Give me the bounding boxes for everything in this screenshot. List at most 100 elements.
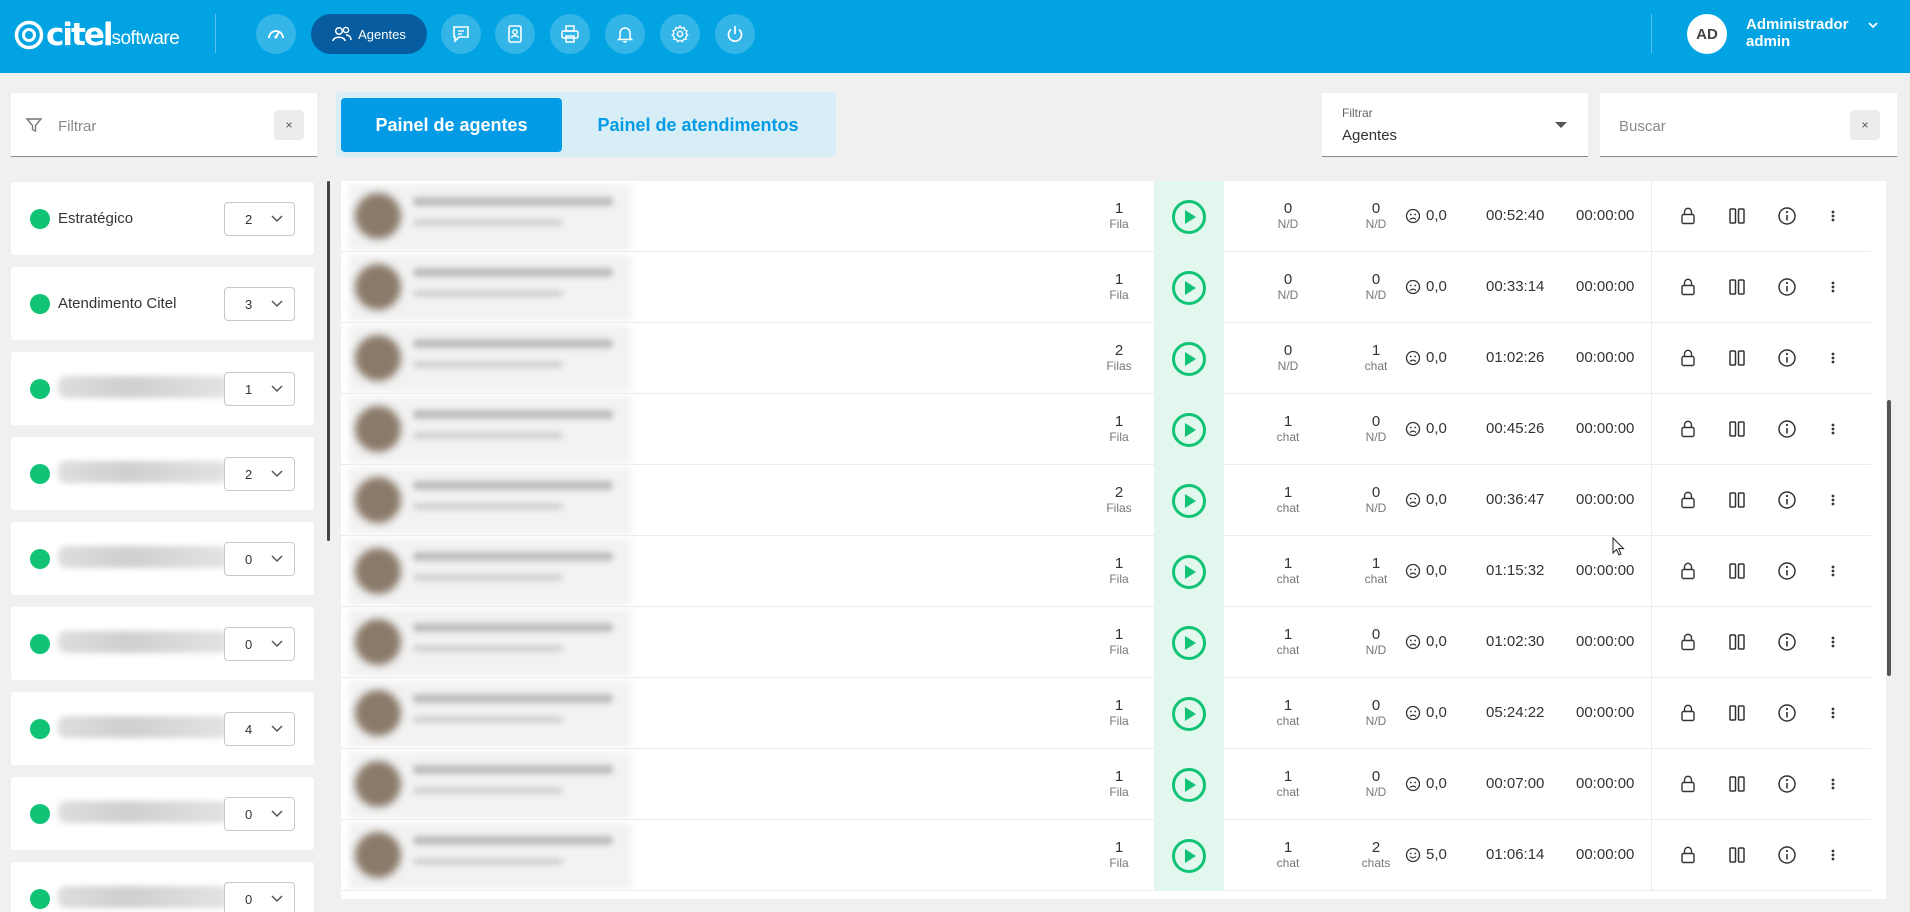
lock-button[interactable] <box>1679 348 1697 368</box>
more-options-button[interactable] <box>1828 774 1838 794</box>
pause-button[interactable] <box>1728 774 1746 794</box>
group-card[interactable]: 0 <box>11 522 314 595</box>
info-button[interactable] <box>1777 561 1797 581</box>
more-options-button[interactable] <box>1828 632 1838 652</box>
pause-button[interactable] <box>1728 277 1746 297</box>
nav-dashboard-button[interactable] <box>256 14 296 54</box>
group-count-select[interactable]: 0 <box>224 797 295 831</box>
lock-button[interactable] <box>1679 206 1697 226</box>
play-icon[interactable] <box>1171 270 1207 306</box>
group-count-select[interactable]: 0 <box>224 627 295 661</box>
user-login[interactable]: admin <box>1746 33 1790 50</box>
group-count-select[interactable]: 2 <box>224 457 295 491</box>
nav-print-button[interactable] <box>550 14 590 54</box>
play-icon[interactable] <box>1171 412 1207 448</box>
pause-button[interactable] <box>1728 703 1746 723</box>
play-icon[interactable] <box>1171 341 1207 377</box>
agent-row[interactable]: 1 Fila 1 chat 0 N/D 0,0 00:45:26 00:00:00 <box>341 394 1871 465</box>
lock-button[interactable] <box>1679 419 1697 439</box>
pause-button[interactable] <box>1728 490 1746 510</box>
group-count-select[interactable]: 3 <box>224 287 295 321</box>
type-filter-select[interactable]: Filtrar Agentes <box>1322 93 1588 157</box>
pause-button[interactable] <box>1728 845 1746 865</box>
more-options-button[interactable] <box>1828 845 1838 865</box>
nav-settings-button[interactable] <box>660 14 700 54</box>
lock-button[interactable] <box>1679 561 1697 581</box>
group-card[interactable]: 4 <box>11 692 314 765</box>
play-icon[interactable] <box>1171 767 1207 803</box>
lock-button[interactable] <box>1679 632 1697 652</box>
agents-scrollbar[interactable] <box>1887 400 1891 676</box>
play-icon[interactable] <box>1171 696 1207 732</box>
sidebar-scrollbar[interactable] <box>327 181 330 541</box>
agent-row[interactable]: 1 Fila 0 N/D 0 N/D 0,0 00:52:40 00:00:00 <box>341 181 1871 252</box>
pause-button[interactable] <box>1728 632 1746 652</box>
lock-button[interactable] <box>1679 703 1697 723</box>
group-count-select[interactable]: 2 <box>224 202 295 236</box>
lock-button[interactable] <box>1679 845 1697 865</box>
more-options-button[interactable] <box>1828 277 1838 297</box>
more-options-button[interactable] <box>1828 348 1838 368</box>
agent-row[interactable]: 1 Fila 1 chat 0 N/D 0,0 00:07:00 00:00:00 <box>341 749 1871 820</box>
info-button[interactable] <box>1777 348 1797 368</box>
more-options-button[interactable] <box>1828 561 1838 581</box>
pause-button[interactable] <box>1728 348 1746 368</box>
group-card[interactable]: 2 <box>11 437 314 510</box>
pause-button[interactable] <box>1728 419 1746 439</box>
more-options-button[interactable] <box>1828 490 1838 510</box>
chevron-down-icon[interactable] <box>1866 18 1880 32</box>
group-card[interactable]: 0 <box>11 862 314 912</box>
info-button[interactable] <box>1777 277 1797 297</box>
nav-logout-button[interactable] <box>715 14 755 54</box>
info-button[interactable] <box>1777 632 1797 652</box>
more-options-button[interactable] <box>1828 703 1838 723</box>
nav-contacts-button[interactable] <box>495 14 535 54</box>
play-icon[interactable] <box>1171 625 1207 661</box>
agent-row[interactable]: 1 Fila 0 N/D 0 N/D 0,0 00:33:14 00:00:00 <box>341 252 1871 323</box>
more-options-button[interactable] <box>1828 206 1838 226</box>
more-options-button[interactable] <box>1828 419 1838 439</box>
nav-notifications-button[interactable] <box>605 14 645 54</box>
info-button[interactable] <box>1777 490 1797 510</box>
lock-button[interactable] <box>1679 490 1697 510</box>
lock-button[interactable] <box>1679 277 1697 297</box>
citel-logo[interactable]: citel software <box>14 16 180 51</box>
group-card[interactable]: Estratégico 2 <box>11 182 314 255</box>
play-icon[interactable] <box>1171 554 1207 590</box>
tab-agents-panel[interactable]: Painel de agentes <box>341 98 562 152</box>
info-button[interactable] <box>1777 206 1797 226</box>
agent-row[interactable]: 2 Filas 0 N/D 1 chat 0,0 01:02:26 00:00:00 <box>341 323 1871 394</box>
play-icon[interactable] <box>1171 483 1207 519</box>
user-name[interactable]: Administrador <box>1746 16 1849 33</box>
info-button[interactable] <box>1777 845 1797 865</box>
nav-chat-button[interactable] <box>441 14 481 54</box>
group-card[interactable]: Atendimento Citel 3 <box>11 267 314 340</box>
tab-attendances-panel[interactable]: Painel de atendimentos <box>563 98 833 152</box>
play-icon[interactable] <box>1171 838 1207 874</box>
info-button[interactable] <box>1777 419 1797 439</box>
info-button[interactable] <box>1777 774 1797 794</box>
agent-row[interactable]: 1 Fila 1 chat 0 N/D 0,0 05:24:22 00:00:00 <box>341 678 1871 749</box>
group-card[interactable]: 1 <box>11 352 314 425</box>
agent-row[interactable]: 1 Fila 1 chat 1 chat 0,0 01:15:32 00:00:00 <box>341 536 1871 607</box>
group-count-select[interactable]: 4 <box>224 712 295 746</box>
group-card[interactable]: 0 <box>11 607 314 680</box>
pause-button[interactable] <box>1728 206 1746 226</box>
group-count-select[interactable]: 0 <box>224 542 295 576</box>
nav-agents-button[interactable]: Agentes <box>311 14 427 54</box>
lock-button[interactable] <box>1679 774 1697 794</box>
group-filter-input[interactable]: Filtrar × <box>11 93 317 157</box>
agent-row[interactable]: 1 Fila 1 chat 2 chats 5,0 01:06:14 00:00:00 <box>341 820 1871 891</box>
group-card[interactable]: 0 <box>11 777 314 850</box>
group-count-select[interactable]: 1 <box>224 372 295 406</box>
agent-row[interactable]: 2 Filas 1 chat 0 N/D 0,0 00:36:47 00:00:00 <box>341 465 1871 536</box>
info-button[interactable] <box>1777 703 1797 723</box>
search-input[interactable]: Buscar × <box>1600 93 1897 157</box>
play-icon[interactable] <box>1171 199 1207 235</box>
avatar[interactable]: AD <box>1687 14 1727 54</box>
clear-filter-button[interactable]: × <box>274 110 304 140</box>
group-count-select[interactable]: 0 <box>224 882 295 912</box>
clear-search-button[interactable]: × <box>1850 110 1880 140</box>
pause-button[interactable] <box>1728 561 1746 581</box>
agent-row[interactable]: 1 Fila 1 chat 0 N/D 0,0 01:02:30 00:00:00 <box>341 607 1871 678</box>
